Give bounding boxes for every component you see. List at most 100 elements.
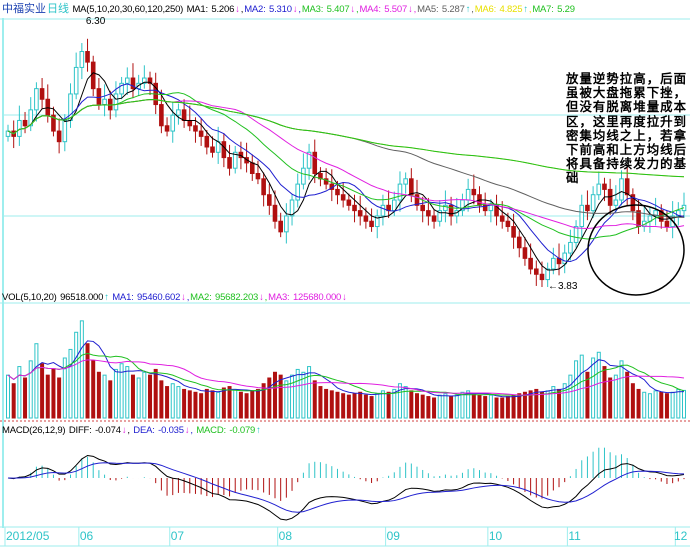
- candle-body: [403, 178, 408, 185]
- candle-body: [227, 157, 232, 169]
- volume-bar: [591, 357, 596, 419]
- highlight-circle: [587, 204, 685, 296]
- volume-bar: [142, 371, 147, 419]
- candle-body: [528, 257, 533, 270]
- candle-body: [516, 236, 522, 249]
- volume-bar: [28, 360, 33, 419]
- vol-ma-value-3: MA3: 125680.000↓: [268, 292, 347, 303]
- candle-body: [221, 141, 227, 159]
- volume-bar: [443, 393, 448, 419]
- volume-bar: [40, 363, 45, 419]
- volume-bar: [477, 394, 482, 419]
- vol-ma-values: MA1: 95460.602↓,MA2: 95682.203↓,MA3: 125…: [112, 292, 349, 303]
- volume-bar: [182, 388, 187, 419]
- volume-bar: [267, 377, 272, 419]
- candle-body: [465, 188, 471, 201]
- volume-bar: [74, 331, 79, 419]
- volume-bar: [96, 371, 101, 419]
- volume-bar: [170, 383, 175, 419]
- candle-body: [534, 268, 539, 275]
- period-label[interactable]: 日线: [47, 3, 69, 15]
- volume-bar: [238, 391, 243, 419]
- candle-body: [551, 257, 556, 270]
- volume-bar: [596, 351, 601, 419]
- volume-bar: [664, 393, 669, 419]
- volume-bar: [329, 390, 334, 419]
- volume-bar: [420, 394, 425, 419]
- volume-bar: [216, 391, 221, 419]
- candle-body: [85, 51, 90, 63]
- candle-body: [90, 61, 96, 90]
- candle-body: [96, 88, 102, 106]
- volume-bar: [261, 383, 266, 419]
- candle-body: [261, 178, 266, 196]
- volume-bar: [369, 396, 374, 419]
- volume-bar: [136, 377, 141, 419]
- volume-bar: [386, 391, 391, 419]
- volume-bar: [210, 390, 215, 419]
- volume-bar: [255, 388, 260, 419]
- vol-value: 96518.000: [60, 292, 104, 303]
- candle-body: [380, 204, 386, 217]
- volume-bar: [534, 388, 539, 419]
- volume-bar: [659, 391, 664, 419]
- volume-bar: [619, 360, 624, 419]
- ma-value-1: MA1: 5.206↓,: [186, 4, 244, 15]
- candle-body: [568, 241, 573, 254]
- date-tick-label: 10: [488, 529, 503, 543]
- candle-body: [301, 167, 306, 185]
- candle-body: [34, 88, 39, 111]
- volume-bar: [426, 396, 431, 419]
- candle-body: [249, 162, 255, 175]
- volume-bar: [545, 390, 550, 419]
- volume-bar: [290, 374, 295, 419]
- candle-body: [522, 247, 528, 259]
- volume-bar: [682, 389, 686, 419]
- candle-body: [505, 220, 511, 228]
- volume-bar: [415, 393, 420, 419]
- date-tick-label: 06: [79, 529, 94, 543]
- dea-line: [7, 462, 685, 513]
- candle-body: [613, 199, 619, 206]
- volume-bar: [130, 374, 135, 419]
- volume-bar: [517, 393, 522, 419]
- volume-bar: [579, 354, 584, 419]
- candle-body: [312, 151, 318, 175]
- candle-body: [409, 178, 414, 196]
- candle-body: [210, 146, 215, 153]
- candle-body: [420, 204, 425, 212]
- volume-bar: [511, 394, 516, 419]
- volume-bar: [227, 386, 232, 419]
- volume-bar: [551, 386, 556, 419]
- candle-body: [56, 130, 62, 143]
- volume-bar: [23, 377, 28, 419]
- candle-body: [596, 183, 602, 196]
- vol-ma-value-2: MA2: 95682.203↓,: [190, 292, 268, 303]
- volume-bar: [397, 383, 402, 419]
- volume-bar: [409, 390, 414, 419]
- volume-bar: [199, 393, 204, 419]
- volume-bar: [148, 374, 153, 419]
- dea-value: DEA: -0.035↓,: [133, 425, 193, 436]
- annotation-text: 放量逆势拉高，后面虽被大盘拖累下挫，但没有脱离堆量成本区，这里再度拉升到密集均线…: [566, 71, 686, 186]
- candle-body: [573, 226, 579, 243]
- candle-body: [335, 188, 340, 196]
- candle-body: [79, 51, 85, 68]
- volume-bar: [653, 390, 658, 419]
- volume-bar: [165, 386, 170, 419]
- candle-body: [170, 114, 176, 132]
- candle-body: [471, 188, 477, 196]
- ma-value-2: MA2: 5.310↓,: [244, 4, 301, 15]
- volume-bar: [318, 386, 323, 419]
- date-tick-label: 07: [170, 529, 185, 543]
- volume-bar: [432, 397, 437, 419]
- date-tick-label: 2012/05: [6, 529, 50, 543]
- candle-body: [499, 215, 505, 222]
- candle-body: [545, 268, 550, 281]
- date-tick-label: 12: [674, 529, 688, 543]
- stock-name[interactable]: 中福实业: [2, 3, 46, 15]
- volume-bar: [307, 366, 312, 419]
- volume-bar: [505, 396, 510, 419]
- candle-body: [45, 98, 51, 116]
- candle-body: [39, 88, 45, 100]
